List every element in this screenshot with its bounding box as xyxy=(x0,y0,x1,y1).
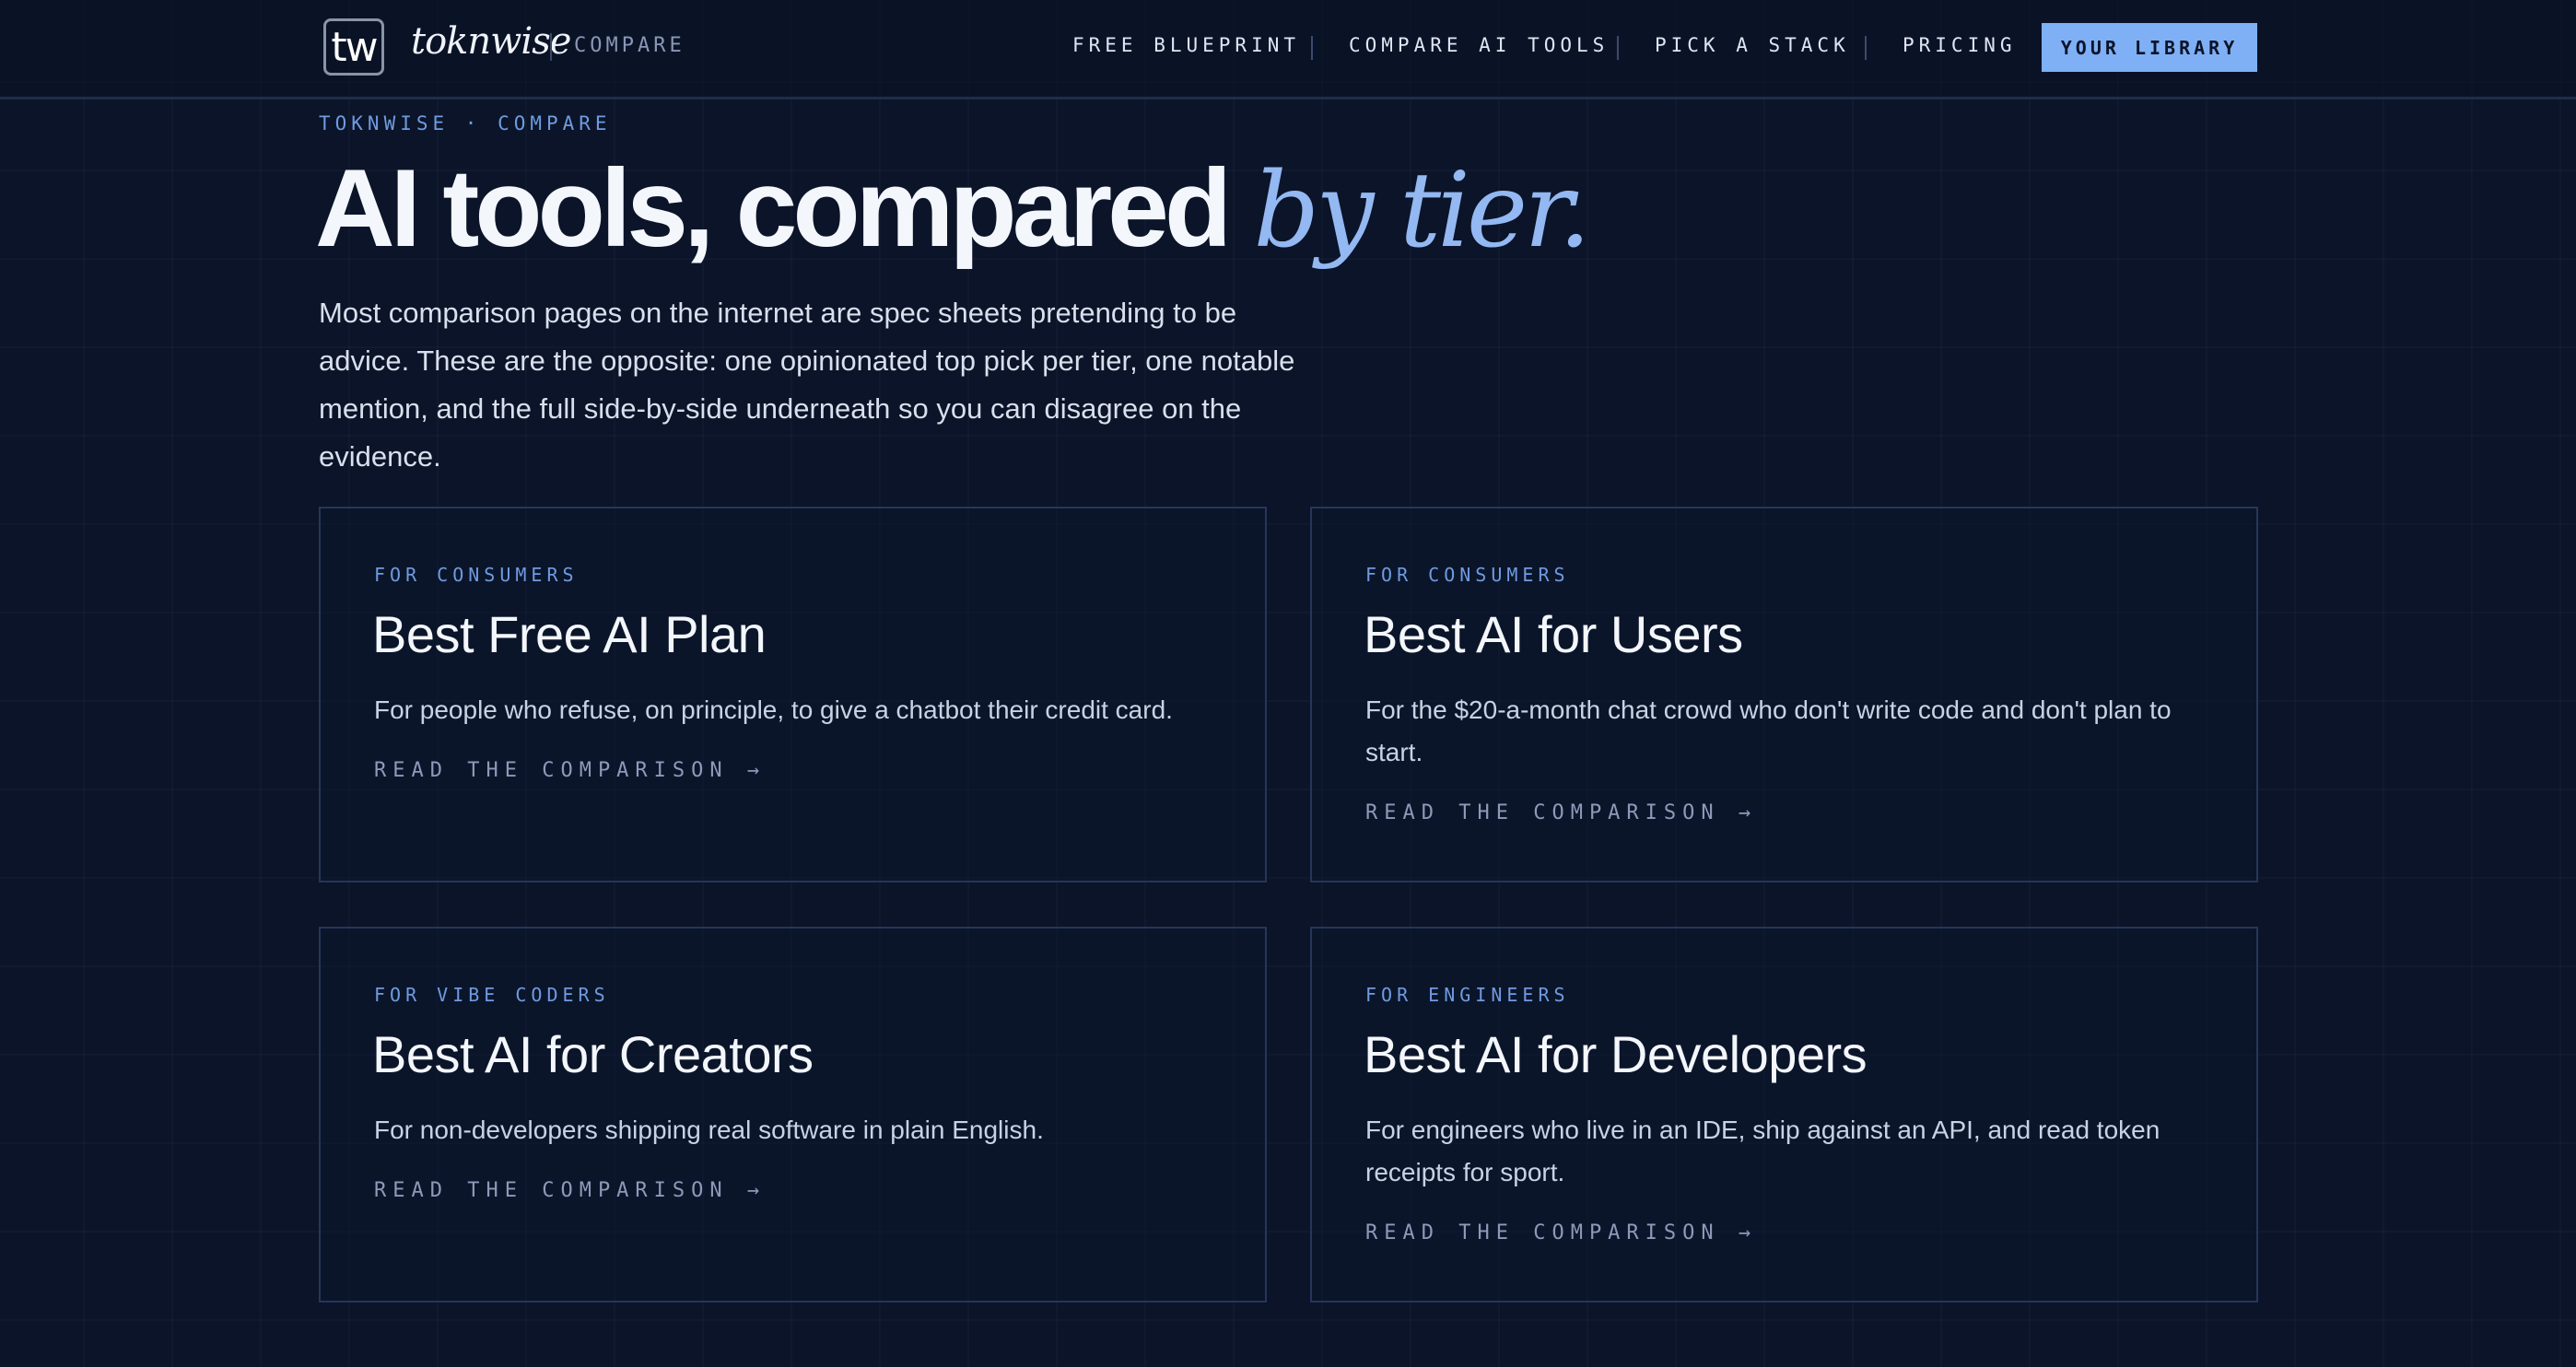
card-tag: FOR CONSUMERS xyxy=(1365,564,1570,586)
comparison-card-free-plan[interactable]: FOR CONSUMERS Best Free AI Plan For peop… xyxy=(319,507,1267,882)
page-eyebrow: TOKNWISE · COMPARE xyxy=(319,112,612,134)
top-navigation-bar: tw toknwise COMPARE FREE BLUEPRINT COMPA… xyxy=(0,0,2576,99)
card-tag: FOR CONSUMERS xyxy=(374,564,579,586)
nav-pricing[interactable]: PRICING xyxy=(1903,34,2017,56)
card-tag: FOR VIBE CODERS xyxy=(374,984,610,1006)
nav-divider xyxy=(1617,36,1619,60)
page-title-accent: by tier. xyxy=(1253,151,1592,271)
read-comparison-link[interactable]: READ THE COMPARISON → xyxy=(374,1179,766,1202)
nav-divider xyxy=(1865,36,1867,60)
nav-pick-a-stack[interactable]: PICK A STACK xyxy=(1655,34,1850,56)
page-intro: Most comparison pages on the internet ar… xyxy=(319,297,1295,473)
comparison-card-users[interactable]: FOR CONSUMERS Best AI for Users For the … xyxy=(1310,507,2258,882)
read-comparison-link[interactable]: READ THE COMPARISON → xyxy=(1365,801,1757,824)
card-description: For engineers who live in an IDE, ship a… xyxy=(1365,1116,2160,1186)
comparison-card-creators[interactable]: FOR VIBE CODERS Best AI for Creators For… xyxy=(319,927,1267,1303)
page-title: AI tools, compared by tier. xyxy=(315,144,1592,275)
card-title: Best Free AI Plan xyxy=(372,605,767,663)
your-library-button[interactable]: YOUR LIBRARY xyxy=(2042,23,2257,72)
card-title: Best AI for Developers xyxy=(1364,1025,1868,1083)
nav-compare-ai-tools[interactable]: COMPARE AI TOOLS xyxy=(1349,34,1609,56)
card-description: For non-developers shipping real softwar… xyxy=(374,1116,1044,1144)
card-description: For the $20-a-month chat crowd who don't… xyxy=(1365,695,2172,766)
card-description: For people who refuse, on principle, to … xyxy=(374,695,1173,724)
card-tag: FOR ENGINEERS xyxy=(1365,984,1570,1006)
comparison-card-developers[interactable]: FOR ENGINEERS Best AI for Developers For… xyxy=(1310,927,2258,1303)
page-title-main: AI tools, compared xyxy=(315,146,1232,270)
nav-divider xyxy=(1311,36,1313,60)
card-title: Best AI for Creators xyxy=(372,1025,814,1083)
read-comparison-link[interactable]: READ THE COMPARISON → xyxy=(1365,1221,1757,1244)
read-comparison-link[interactable]: READ THE COMPARISON → xyxy=(374,759,766,782)
card-title: Best AI for Users xyxy=(1364,605,1743,663)
nav-free-blueprint[interactable]: FREE BLUEPRINT xyxy=(1072,34,1300,56)
